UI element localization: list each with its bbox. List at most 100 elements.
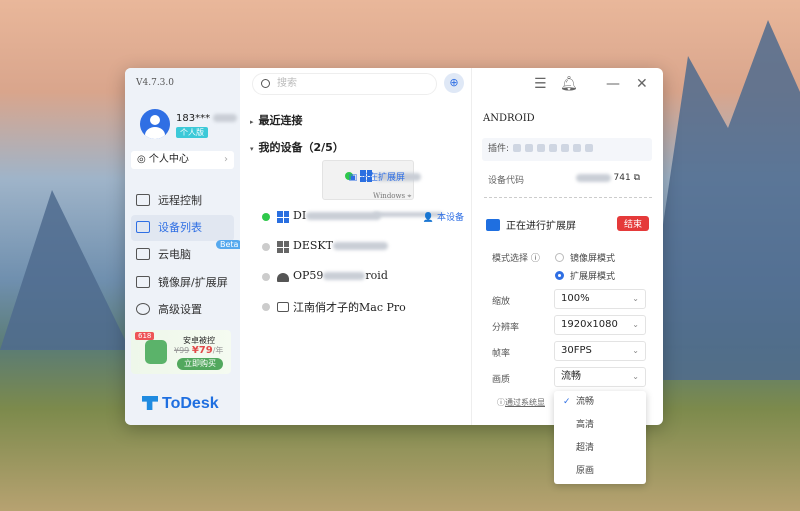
quality-option-original[interactable]: 原画 [554, 460, 646, 483]
extend-mode-radio[interactable]: 扩展屏模式 [555, 269, 615, 282]
device-name: 江南俏才子的Mac Pro [293, 301, 406, 314]
price: ¥79 [191, 345, 213, 356]
device-row[interactable]: OP59 roid [240, 262, 472, 292]
select-value: 流畅 [561, 371, 581, 382]
menu-icon[interactable]: ☰ [534, 76, 547, 92]
close-button[interactable]: ✕ [636, 76, 648, 92]
avatar[interactable] [140, 109, 170, 139]
option-label: 原画 [576, 466, 595, 476]
mode-label-text: 模式选择 [492, 254, 529, 264]
username-text: 183*** [176, 113, 211, 124]
caret-right-icon: ▸ [250, 118, 254, 126]
device-code-label: 设备代码 [488, 176, 525, 186]
nav-label: 设备列表 [158, 221, 202, 234]
note-text: 通过系统显 [505, 398, 545, 407]
nav-mirror-extend[interactable]: 镜像屏/扩展屏 [131, 270, 234, 296]
search-input[interactable]: 搜索 [252, 73, 437, 95]
device-name: DESKT [293, 239, 388, 252]
resolution-select[interactable]: 1920x1080 ⌄ [554, 315, 646, 335]
device-row[interactable]: Windows ⌖ ▣ 正在扩展屏 [322, 160, 443, 217]
device-row[interactable]: DI 👤 本设备 [240, 202, 472, 232]
todesk-logo-icon [142, 396, 158, 410]
nav-label: 远程控制 [158, 194, 202, 207]
quality-dropdown: ✓ 流畅 高清 超清 原画 [554, 391, 646, 484]
mirror-mode-radio[interactable]: 镜像屏模式 [555, 251, 615, 264]
windows-icon [277, 241, 289, 253]
plugin-icon[interactable] [513, 144, 522, 152]
quality-option-uhd[interactable]: 超清 [554, 437, 646, 460]
recent-connections-section[interactable]: ▸ 最近连接 [250, 112, 303, 128]
chevron-down-icon: ⌄ [632, 372, 639, 381]
radio-label: 镜像屏模式 [570, 254, 616, 264]
android-icon [277, 273, 289, 282]
radio-checked-icon [555, 271, 564, 280]
status-text: 本设备 [436, 213, 464, 223]
add-device-button[interactable]: ⊕ [444, 73, 464, 93]
blurred-text [213, 114, 238, 122]
system-display-note[interactable]: ⓘ通过系统显 [497, 397, 545, 408]
help-icon[interactable]: ⓘ [531, 254, 540, 264]
device-name: DI [293, 209, 382, 222]
plugin-icon[interactable] [585, 144, 594, 152]
quality-option-hd[interactable]: 高清 [554, 414, 646, 437]
divider [484, 197, 652, 198]
cloud-pc-icon [136, 248, 150, 260]
windows-icon [277, 211, 289, 223]
promo-price: ¥99 ¥79/年 [174, 345, 223, 356]
nav-advanced-settings[interactable]: 高级设置 [131, 297, 234, 323]
select-value: 100% [561, 293, 590, 304]
plugin-icon[interactable] [525, 144, 534, 152]
bell-icon[interactable]: 🔔︎ [560, 76, 578, 92]
check-icon: ✓ [563, 397, 571, 407]
end-button[interactable]: 结束 [617, 216, 650, 231]
device-name-text: OP59 [293, 269, 324, 282]
section-label: 最近连接 [258, 114, 303, 127]
promo-banner[interactable]: 618 安卓被控 ¥99 ¥79/年 立即购买 [131, 330, 231, 374]
version-label: V4.7.3.0 [136, 78, 174, 88]
plugin-icon[interactable] [573, 144, 582, 152]
sidebar: V4.7.3.0 183*** 个人版 ◎ 个人中心 › 远程控制 设备列表 Be… [125, 68, 243, 425]
scale-select[interactable]: 100% ⌄ [554, 289, 646, 309]
plugin-icon[interactable] [537, 144, 546, 152]
nav-remote-control[interactable]: 远程控制 [131, 188, 234, 214]
offline-status-icon [262, 243, 270, 251]
device-name: OP59 roid [293, 269, 388, 282]
todesk-window: V4.7.3.0 183*** 个人版 ◎ 个人中心 › 远程控制 设备列表 Be… [125, 68, 663, 425]
quality-select[interactable]: 流畅 ⌄ [554, 367, 646, 387]
device-row[interactable]: 江南俏才子的Mac Pro [240, 292, 472, 322]
brand-name: ToDesk [162, 395, 219, 412]
mac-icon [277, 302, 289, 312]
nav-label: 镜像屏/扩展屏 [158, 276, 228, 289]
framerate-select[interactable]: 30FPS ⌄ [554, 341, 646, 361]
nav-label: 高级设置 [158, 303, 202, 316]
personal-center-label: 个人中心 [148, 154, 189, 165]
framerate-label: 帧率 [492, 349, 511, 359]
copy-icon[interactable]: ⧉ [634, 173, 640, 183]
option-label: 流畅 [576, 397, 595, 407]
device-name-text: DI [293, 209, 307, 222]
nav-device-list[interactable]: 设备列表 [131, 215, 234, 241]
quality-option-smooth[interactable]: ✓ 流畅 [554, 391, 646, 414]
search-placeholder: 搜索 [277, 78, 297, 89]
device-row[interactable]: DESKT [240, 232, 472, 262]
buy-now-button[interactable]: 立即购买 [177, 358, 223, 370]
status-text: 正在扩展屏 [359, 173, 405, 183]
chevron-right-icon: › [224, 154, 228, 165]
extending-status: ▣ 正在扩展屏 [348, 173, 405, 183]
chevron-down-icon: ⌄ [632, 320, 639, 329]
nav-cloud-pc[interactable]: 云电脑 [131, 242, 234, 268]
select-value: 30FPS [561, 345, 592, 356]
os-label: Windows [373, 192, 406, 200]
plugin-icon[interactable] [561, 144, 570, 152]
resolution-label: 分辨率 [492, 323, 520, 333]
my-devices-section[interactable]: ▾ 我的设备（2/5） [250, 139, 344, 155]
plugin-icon[interactable] [549, 144, 558, 152]
plugins-bar: 插件: [482, 138, 652, 161]
personal-center-button[interactable]: ◎ 个人中心 › [131, 151, 234, 169]
price-unit: /年 [212, 346, 224, 355]
mode-label: 模式选择 ⓘ [492, 251, 540, 264]
minimize-button[interactable]: — [606, 76, 620, 92]
nav-label: 云电脑 [158, 248, 191, 261]
username: 183*** [176, 113, 238, 124]
quality-label: 画质 [492, 375, 511, 385]
